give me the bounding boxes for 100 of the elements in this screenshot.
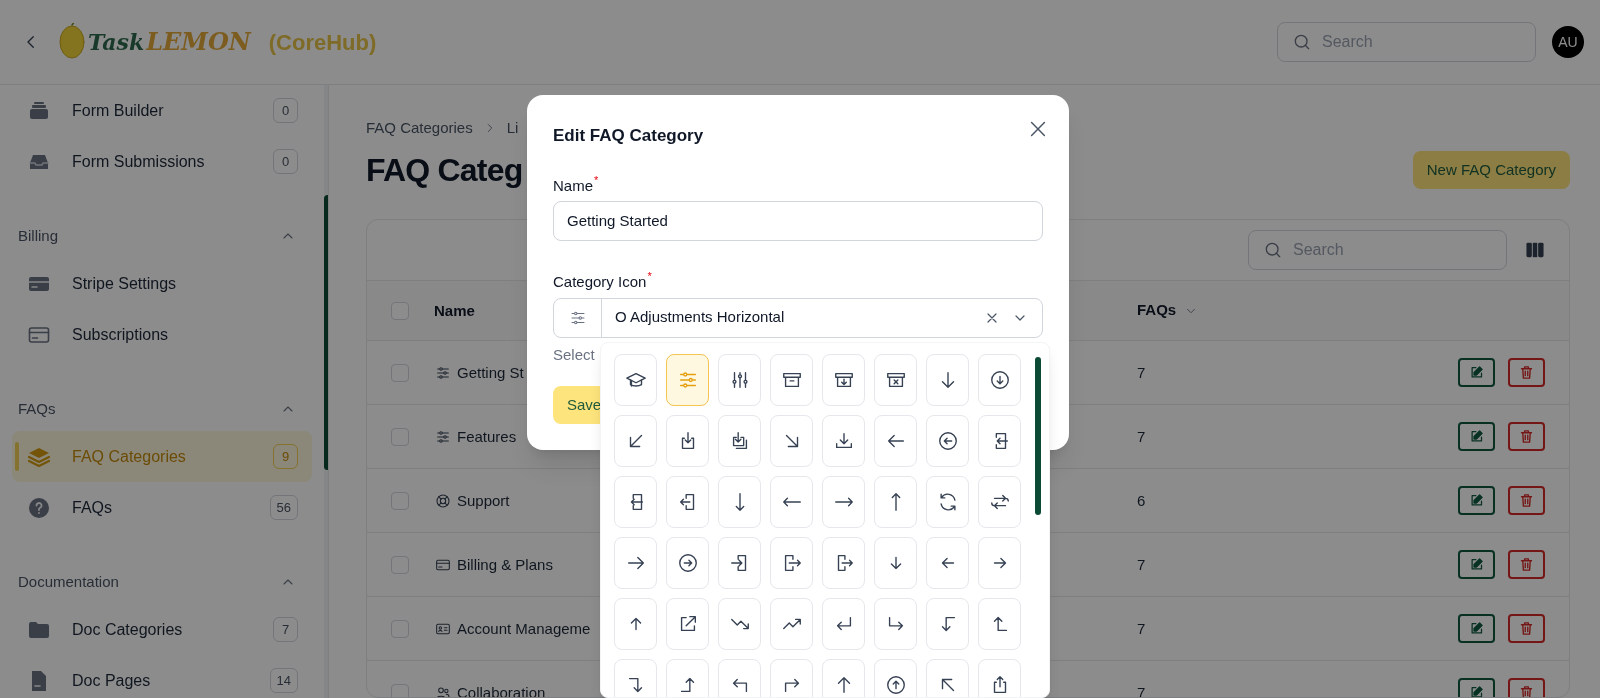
circle-arrow-up-icon <box>884 674 907 696</box>
icon-option[interactable] <box>978 476 1021 528</box>
trash-icon <box>1519 621 1534 636</box>
icon-option[interactable] <box>666 415 709 467</box>
page-title: FAQ Categ <box>366 151 523 190</box>
icon-option[interactable] <box>614 659 657 697</box>
delete-button[interactable] <box>1508 550 1545 579</box>
trash-icon <box>1519 685 1534 697</box>
required-mark: * <box>594 172 599 188</box>
select-value: O Adjustments Horizontal <box>615 307 786 328</box>
icon-option[interactable] <box>978 415 1021 467</box>
column-header[interactable]: FAQs <box>1137 299 1177 322</box>
edit-icon <box>1469 557 1484 572</box>
icon-option[interactable] <box>874 659 917 697</box>
row-checkbox[interactable] <box>391 683 409 697</box>
icon-option[interactable] <box>718 659 761 697</box>
icon-option[interactable] <box>614 476 657 528</box>
table-cell: 7 <box>1137 555 1146 573</box>
sidebar-item[interactable]: Subscriptions <box>12 309 312 360</box>
sidebar-item[interactable]: Doc Pages 14 <box>12 655 312 698</box>
edit-button[interactable] <box>1458 358 1495 387</box>
edit-button[interactable] <box>1458 486 1495 515</box>
circle-arrow-left-icon <box>936 430 959 452</box>
section-title: Billing <box>18 225 59 246</box>
icon-option[interactable] <box>822 354 865 406</box>
icon-option[interactable] <box>822 537 865 589</box>
new-category-button[interactable]: New FAQ Category <box>1412 151 1570 189</box>
column-header[interactable]: Name <box>434 301 475 319</box>
table-cell: 7 <box>1137 427 1146 445</box>
row-checkbox[interactable] <box>391 301 409 320</box>
table-cell: Account Manageme <box>457 619 591 637</box>
edit-button[interactable] <box>1458 550 1495 579</box>
search-placeholder: Search <box>1293 240 1344 260</box>
icon-option[interactable] <box>770 537 813 589</box>
sidebar-item[interactable]: Doc Categories 7 <box>12 604 312 655</box>
dialog-title: Edit FAQ Category <box>553 125 704 147</box>
field-label: Category Icon <box>553 272 647 292</box>
trash-icon <box>1519 557 1534 572</box>
icon-option[interactable] <box>718 415 761 467</box>
table-cell: Billing & Plans <box>457 555 553 573</box>
helper-text: Select <box>553 344 596 365</box>
icon-option[interactable] <box>874 415 917 467</box>
edit-icon <box>1469 493 1484 508</box>
icon-option[interactable] <box>978 354 1021 406</box>
delete-button[interactable] <box>1508 358 1545 387</box>
breadcrumb-link[interactable]: FAQ Categories <box>366 116 473 140</box>
user-avatar[interactable]: AU <box>1552 26 1584 58</box>
icon-option[interactable] <box>978 659 1021 697</box>
table-cell: 7 <box>1137 683 1146 697</box>
edit-icon <box>1469 621 1484 636</box>
count-badge: 7 <box>273 617 298 642</box>
breadcrumb-link[interactable]: Li <box>506 116 519 140</box>
delete-button[interactable] <box>1508 486 1545 515</box>
row-checkbox[interactable] <box>391 619 409 638</box>
icon-select[interactable]: O Adjustments Horizontal <box>553 297 1043 338</box>
icon-option[interactable] <box>666 537 709 589</box>
name-input[interactable]: Getting Started <box>553 201 1043 241</box>
icon-option[interactable] <box>666 598 709 650</box>
required-mark: * <box>647 269 652 284</box>
row-checkbox[interactable] <box>391 427 409 446</box>
trash-icon <box>1519 365 1534 380</box>
section-title: Documentation <box>18 571 119 592</box>
sidebar-item[interactable]: FAQs 56 <box>12 482 312 533</box>
row-checkbox[interactable] <box>391 491 409 510</box>
delete-button[interactable] <box>1508 422 1545 451</box>
lifebuoy-icon <box>435 492 451 509</box>
icon-option[interactable] <box>666 659 709 697</box>
edit-icon <box>1469 365 1484 380</box>
edit-icon <box>1469 685 1484 697</box>
sidebar-item[interactable]: Stripe Settings <box>12 258 312 309</box>
scrollbar-thumb[interactable] <box>1035 357 1041 515</box>
icon-option[interactable] <box>718 537 761 589</box>
search-icon <box>1292 32 1312 52</box>
edit-icon <box>1469 429 1484 444</box>
sidebar-item[interactable]: Form Submissions 0 <box>12 136 312 187</box>
sliders-icon <box>435 428 451 445</box>
icon-option[interactable] <box>666 476 709 528</box>
sliders-icon <box>435 364 451 381</box>
icon-option[interactable] <box>926 415 969 467</box>
edit-button[interactable] <box>1458 422 1495 451</box>
sidebar-item[interactable]: Form Builder 0 <box>12 85 312 136</box>
icon-option[interactable] <box>770 354 813 406</box>
table-cell: Getting St <box>457 363 524 381</box>
icon-option[interactable] <box>614 354 657 406</box>
lemon-icon <box>58 23 86 61</box>
logo-text: LEMON <box>146 26 251 58</box>
row-checkbox[interactable] <box>391 363 409 382</box>
question-circle-icon <box>27 495 51 520</box>
edit-button[interactable] <box>1458 614 1495 643</box>
trash-icon <box>1519 493 1534 508</box>
icon-option[interactable] <box>926 476 969 528</box>
delete-button[interactable] <box>1508 614 1545 643</box>
icon-option[interactable] <box>614 537 657 589</box>
search-placeholder: Search <box>1322 32 1373 52</box>
icon-option[interactable] <box>874 354 917 406</box>
icon-option[interactable] <box>770 659 813 697</box>
circle-arrow-right-icon <box>676 552 699 574</box>
row-checkbox[interactable] <box>391 555 409 574</box>
icon-option[interactable] <box>718 354 761 406</box>
count-badge: 9 <box>273 444 298 469</box>
